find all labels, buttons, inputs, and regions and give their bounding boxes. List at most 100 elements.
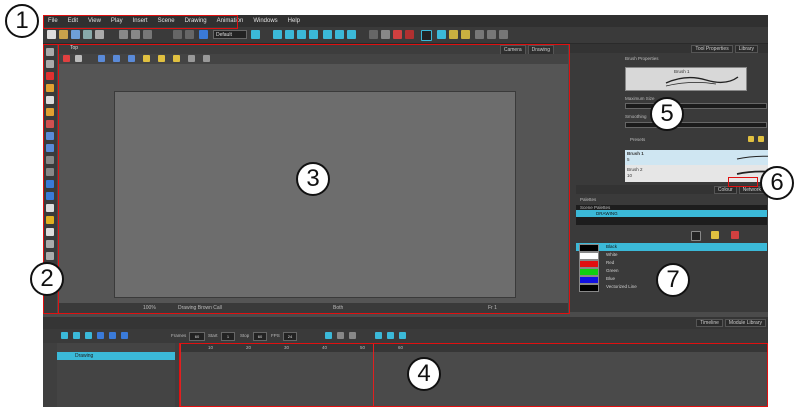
maximum-size-slider[interactable] [625,103,767,109]
reset-view-icon[interactable] [309,30,318,39]
save-preset-icon[interactable] [758,136,764,142]
save-icon[interactable] [71,30,80,39]
fill-empty-icon[interactable] [387,332,394,339]
add-layer-icon[interactable] [61,332,68,339]
brush-preview[interactable]: Brush 1 [625,67,747,91]
callout-2: 2 [30,262,64,296]
colour-name: Red [606,260,615,265]
stop-label: Stop [240,333,250,338]
scene-settings-icon[interactable] [95,30,104,39]
workspace-icon[interactable] [199,30,208,39]
brush-properties-title: Brush Properties [625,56,659,61]
palettes-label: Palettes [580,197,597,202]
delete-layer-icon[interactable] [85,332,92,339]
preset-row[interactable]: Brush 1 5 [625,150,768,165]
callout-3: 3 [296,162,330,196]
start-field[interactable]: 1 [221,332,235,341]
tab-module-library[interactable]: Module Library [724,319,766,327]
onion-skin-icon[interactable] [323,30,332,39]
menu-help[interactable]: Help [283,15,305,27]
light-table-icon[interactable] [335,30,344,39]
callout-4: 4 [407,357,441,391]
palette-list: Scene Palettes DRAWING [576,205,767,225]
callout-1: 1 [5,4,39,38]
top-toolbar: Default [43,27,768,44]
preset-size: 5 [627,157,630,162]
timeline-highlight [179,343,768,407]
network-tab-highlight [728,177,758,187]
align-right-icon[interactable] [461,30,470,39]
stop-field[interactable]: 60 [253,332,267,341]
camera-mask-icon[interactable] [369,30,378,39]
frames-label: Frames [171,333,187,338]
first-frame-icon[interactable] [97,332,104,339]
maximum-size-label: Maximum Size [625,96,655,101]
pan-icon[interactable] [273,30,282,39]
callout-7: 7 [656,263,690,297]
keyframe-icon[interactable] [337,332,344,339]
palette-item-selected[interactable]: DRAWING [576,210,767,217]
grid-icon[interactable] [347,30,356,39]
colour-name: White [606,252,618,257]
layer-name: Drawing [75,353,94,359]
colour-swatch-icon[interactable] [691,231,701,241]
tab-colour[interactable]: Colour [713,186,737,194]
smoothing-slider[interactable] [625,122,767,128]
settings-icon[interactable] [475,30,484,39]
rotate-view-icon[interactable] [297,30,306,39]
colour-name: Green [606,268,619,273]
copy-icon[interactable] [173,30,182,39]
menu-windows[interactable]: Windows [248,15,282,27]
undo-icon[interactable] [119,30,128,39]
render-icon[interactable] [251,30,260,39]
stop-icon[interactable] [405,30,414,39]
brush-stroke-preview [665,76,739,87]
preset-name: Brush 2 [627,167,643,172]
zoom-icon[interactable] [285,30,294,39]
onion-skin-toggle-icon[interactable] [325,332,332,339]
last-frame-icon[interactable] [121,332,128,339]
extend-exposure-icon[interactable] [375,332,382,339]
workspace-select[interactable]: Default [213,30,247,39]
callout-6: 6 [760,166,794,200]
open-file-icon[interactable] [59,30,68,39]
flip-icon[interactable] [381,30,390,39]
colour-swatch [579,284,599,292]
presets-label: Presets [630,137,646,142]
preset-stroke-preview [736,155,768,160]
more-icon[interactable] [499,30,508,39]
colour-row[interactable]: White [576,251,767,260]
smoothing-label: Smoothing [625,114,647,119]
paint-colour-icon[interactable] [731,231,739,239]
record-icon[interactable] [393,30,402,39]
colour-name: Blue [606,276,616,281]
colour-row[interactable]: Black [576,243,767,252]
align-left-icon[interactable] [437,30,446,39]
tools-icon[interactable] [487,30,496,39]
timeline-toolbar: Frames 60 Start 1 Stop 60 FPS 24 [43,329,768,343]
colour-name: Black [606,244,618,249]
pencil-colour-icon[interactable] [711,231,719,239]
cut-icon[interactable] [143,30,152,39]
tab-library[interactable]: Library [734,45,758,53]
redo-icon[interactable] [131,30,140,39]
tab-timeline[interactable]: Timeline [696,319,723,327]
add-peg-icon[interactable] [73,332,80,339]
fps-field[interactable]: 24 [283,332,297,341]
frames-field[interactable]: 60 [189,332,205,341]
menu-highlight [43,15,238,29]
play-icon[interactable] [109,332,116,339]
timeline-header: Timeline Module Library [43,317,768,329]
preset-name: Brush 1 [627,151,644,156]
layer-row[interactable]: Drawing [57,352,175,360]
blank-frame-icon[interactable] [349,332,356,339]
align-center-icon[interactable] [449,30,458,39]
new-file-icon[interactable] [47,30,56,39]
paste-icon[interactable] [185,30,194,39]
motion-keyframe-icon[interactable] [399,332,406,339]
palette-name: DRAWING [596,211,618,216]
new-preset-icon[interactable] [748,136,754,142]
brush-mode-icon[interactable] [421,30,432,41]
save-as-icon[interactable] [83,30,92,39]
tab-tool-properties[interactable]: Tool Properties [691,45,733,53]
